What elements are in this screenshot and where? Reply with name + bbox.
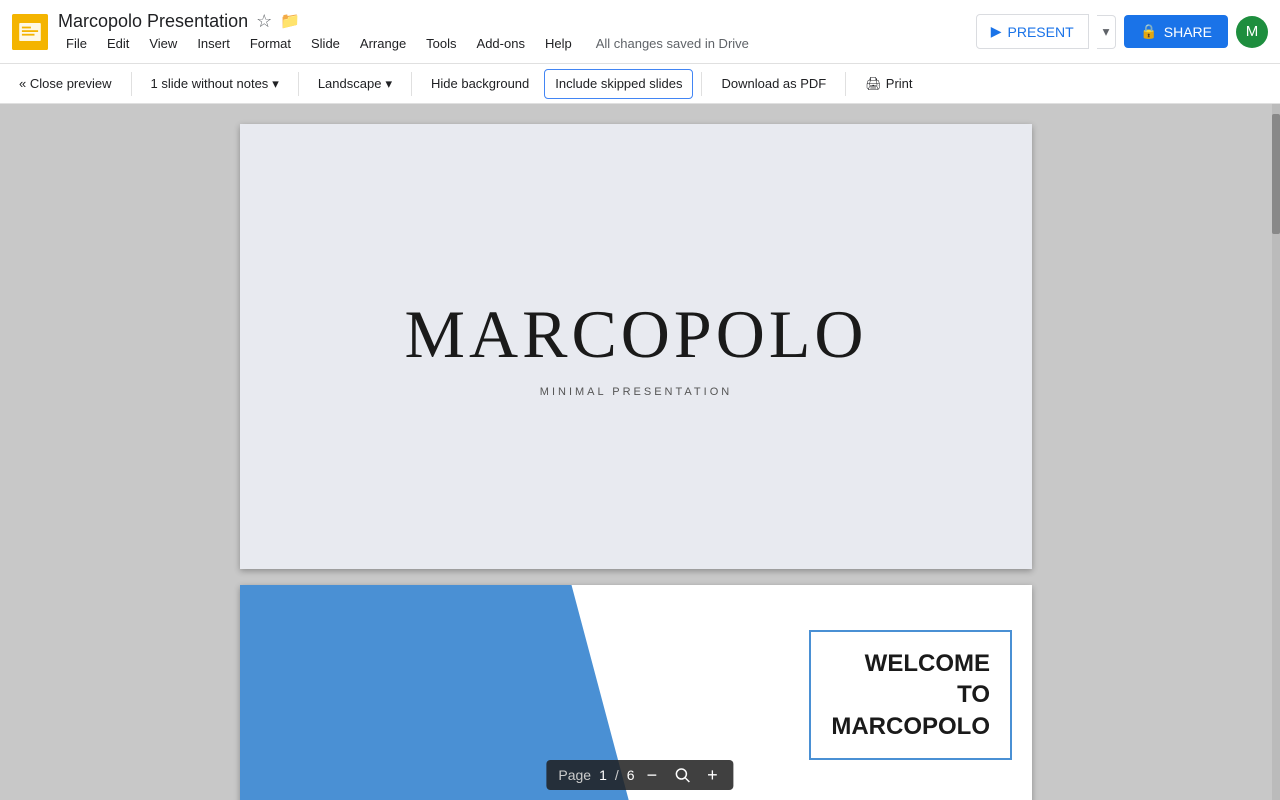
orientation-label: Landscape xyxy=(318,76,382,91)
folder-icon[interactable]: 📁 xyxy=(280,11,300,31)
dropdown-arrow-icon: ▾ xyxy=(272,76,279,92)
zoom-icon xyxy=(673,766,691,784)
toolbar-separator-1 xyxy=(131,72,132,96)
menu-tools[interactable]: Tools xyxy=(418,34,464,53)
slide-1-title: MARCOPOLO xyxy=(405,295,868,374)
slide-2-title: WELCOMETOMARCOPOLO xyxy=(831,648,990,742)
lock-icon: 🔒 xyxy=(1140,23,1157,40)
close-preview-button[interactable]: « Close preview xyxy=(8,69,123,99)
page-label: Page xyxy=(558,767,591,783)
toolbar-separator-5 xyxy=(845,72,846,96)
page-separator: / xyxy=(615,767,619,783)
share-label: SHARE xyxy=(1164,24,1212,40)
menu-format[interactable]: Format xyxy=(242,34,299,53)
print-preview-toolbar: « Close preview 1 slide without notes ▾ … xyxy=(0,64,1280,104)
menu-view[interactable]: View xyxy=(141,34,185,53)
orientation-arrow-icon: ▾ xyxy=(385,76,392,92)
menu-slide[interactable]: Slide xyxy=(303,34,348,53)
slides-dropdown-button[interactable]: 1 slide without notes ▾ xyxy=(140,69,290,99)
title-row: Marcopolo Presentation ☆ 📁 xyxy=(58,11,976,32)
share-button[interactable]: 🔒 SHARE xyxy=(1124,15,1228,48)
slide-1-wrapper: MARCOPOLO MINIMAL PRESENTATION xyxy=(240,124,1032,569)
slides-app-icon xyxy=(12,14,48,50)
print-label: Print xyxy=(886,76,913,91)
present-icon: ▶ xyxy=(991,23,1002,40)
toolbar-separator-4 xyxy=(701,72,702,96)
slides-dropdown-label: 1 slide without notes xyxy=(151,76,269,91)
menu-edit[interactable]: Edit xyxy=(99,34,137,53)
avatar[interactable]: M xyxy=(1236,16,1268,48)
orientation-dropdown-button[interactable]: Landscape ▾ xyxy=(307,69,403,99)
scrollbar-thumb[interactable] xyxy=(1272,114,1280,234)
total-pages: 6 xyxy=(627,767,635,783)
scrollbar[interactable] xyxy=(1272,104,1280,800)
print-icon: 🖨 xyxy=(865,76,882,92)
doc-title: Marcopolo Presentation xyxy=(58,11,248,32)
current-page: 1 xyxy=(599,767,607,783)
top-right-controls: ▶ PRESENT ▾ 🔒 SHARE M xyxy=(976,14,1268,49)
page-controls: Page 1 / 6 − + xyxy=(546,760,733,790)
top-bar: Marcopolo Presentation ☆ 📁 File Edit Vie… xyxy=(0,0,1280,64)
slide-2-text-box: WELCOMETOMARCOPOLO xyxy=(809,630,1012,760)
save-status: All changes saved in Drive xyxy=(596,36,749,51)
menu-insert[interactable]: Insert xyxy=(189,34,238,53)
present-dropdown-button[interactable]: ▾ xyxy=(1097,15,1117,49)
print-button[interactable]: 🖨 Print xyxy=(854,69,923,99)
toolbar-separator-3 xyxy=(411,72,412,96)
present-button[interactable]: ▶ PRESENT xyxy=(976,14,1089,49)
include-skipped-button[interactable]: Include skipped slides xyxy=(544,69,693,99)
slide-1: MARCOPOLO MINIMAL PRESENTATION xyxy=(240,124,1032,569)
star-icon[interactable]: ☆ xyxy=(256,11,272,32)
zoom-out-button[interactable]: − xyxy=(643,766,662,784)
zoom-in-button[interactable]: + xyxy=(703,766,722,784)
menu-arrange[interactable]: Arrange xyxy=(352,34,414,53)
zoom-fit-button[interactable] xyxy=(669,766,695,784)
download-pdf-button[interactable]: Download as PDF xyxy=(710,69,837,99)
menu-file[interactable]: File xyxy=(58,34,95,53)
menu-row: File Edit View Insert Format Slide Arran… xyxy=(58,34,976,53)
main-content: MARCOPOLO MINIMAL PRESENTATION WELCOMETO… xyxy=(0,104,1280,800)
hide-background-button[interactable]: Hide background xyxy=(420,69,540,99)
slide-1-subtitle: MINIMAL PRESENTATION xyxy=(540,386,732,398)
slides-container[interactable]: MARCOPOLO MINIMAL PRESENTATION WELCOMETO… xyxy=(0,104,1272,800)
present-label: PRESENT xyxy=(1008,24,1074,40)
title-area: Marcopolo Presentation ☆ 📁 File Edit Vie… xyxy=(58,11,976,53)
toolbar-separator-2 xyxy=(298,72,299,96)
menu-help[interactable]: Help xyxy=(537,34,580,53)
avatar-initial: M xyxy=(1246,23,1259,40)
chevron-down-icon: ▾ xyxy=(1103,24,1110,39)
menu-addons[interactable]: Add-ons xyxy=(469,34,533,53)
